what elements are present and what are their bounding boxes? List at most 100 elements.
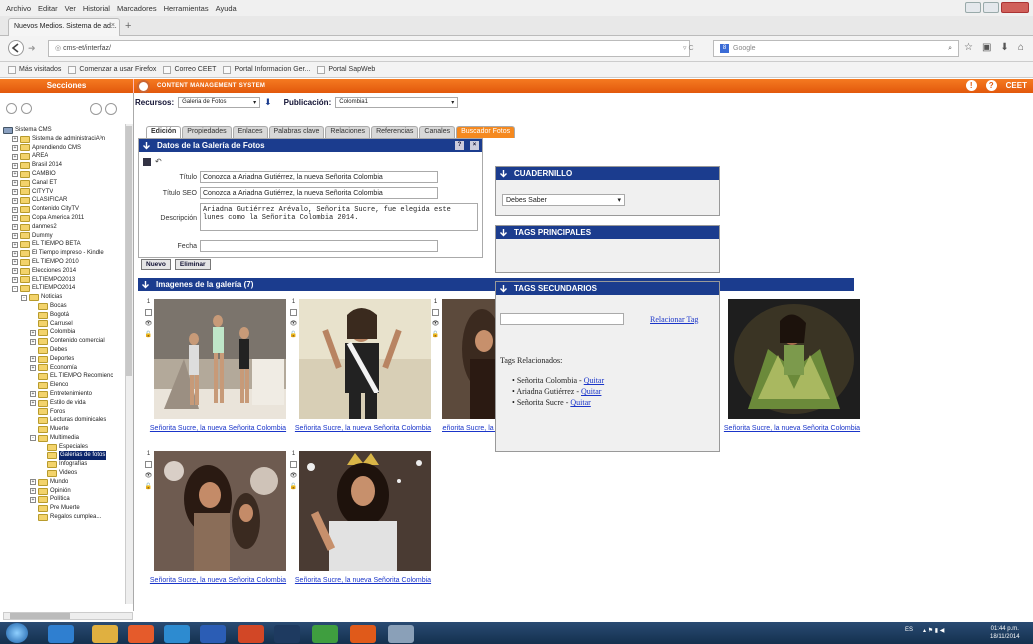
tree-item[interactable]: Bocas bbox=[3, 302, 127, 311]
expand-node-icon[interactable]: + bbox=[12, 136, 18, 143]
bookmark-mas-visitados[interactable]: Más visitados bbox=[8, 65, 61, 74]
lock-icon[interactable]: 🔓 bbox=[290, 331, 297, 338]
tree-item[interactable]: + Brasil 2014 bbox=[3, 161, 127, 170]
expand-node-icon[interactable]: + bbox=[12, 197, 18, 204]
menu-archivo[interactable]: Archivo bbox=[6, 4, 31, 13]
tree-item[interactable]: Regalos cumplea... bbox=[3, 513, 127, 522]
refresh-icon[interactable] bbox=[90, 103, 102, 115]
expand-node-icon[interactable]: + bbox=[30, 496, 36, 503]
publication-select[interactable]: Colombia1 ▾ bbox=[335, 96, 459, 108]
search-input[interactable]: 8 Google ⌕ bbox=[713, 40, 959, 57]
gallery-photo[interactable] bbox=[442, 299, 495, 419]
tab-propiedades[interactable]: Propiedades bbox=[182, 126, 232, 138]
tree-item[interactable]: + CITYTV bbox=[3, 188, 127, 197]
expand-node-icon[interactable]: + bbox=[30, 400, 36, 407]
taskbar-ie-icon[interactable] bbox=[48, 625, 74, 643]
expand-node-icon[interactable]: + bbox=[12, 215, 18, 222]
tree-item[interactable]: Especiales bbox=[3, 443, 127, 452]
expand-icon[interactable] bbox=[6, 103, 17, 114]
home-icon[interactable]: ⌂ bbox=[1018, 42, 1024, 53]
taskbar-powerpoint-icon[interactable] bbox=[238, 625, 264, 643]
tree-item[interactable]: + Contenido comercial bbox=[3, 337, 127, 346]
tree-item[interactable]: Debes bbox=[3, 346, 127, 355]
star-bookmark-icon[interactable]: ☆ bbox=[964, 42, 973, 53]
eye-icon[interactable]: 👁 bbox=[290, 472, 298, 479]
collapse-icon[interactable] bbox=[21, 103, 32, 114]
tree-item[interactable]: + Dummy bbox=[3, 232, 127, 241]
collapse-node-icon[interactable]: - bbox=[21, 294, 27, 301]
tree-item[interactable]: + Política bbox=[3, 495, 127, 504]
bookmark-sapweb[interactable]: Portal SapWeb bbox=[317, 65, 375, 74]
expand-node-icon[interactable]: + bbox=[30, 479, 36, 486]
expand-node-icon[interactable]: + bbox=[12, 153, 18, 160]
maximize-button[interactable] bbox=[983, 2, 999, 13]
fecha-input[interactable] bbox=[200, 240, 438, 252]
tree-item[interactable]: + Estilo de vida bbox=[3, 399, 127, 408]
resources-select[interactable]: Galeria de Fotos ▾ bbox=[178, 96, 261, 108]
close-panel-icon[interactable]: × bbox=[470, 141, 479, 150]
sidebar-h-scroll-thumb[interactable] bbox=[10, 613, 70, 619]
expand-node-icon[interactable]: + bbox=[12, 268, 18, 275]
tree-item[interactable]: Elenco bbox=[3, 381, 127, 390]
gallery-caption-link[interactable]: Señorita Sucre, la nueva Señorita Colomb… bbox=[442, 424, 495, 433]
lock-icon[interactable]: 🔓 bbox=[145, 331, 152, 338]
tree-item[interactable]: + danmes2 bbox=[3, 223, 127, 232]
tree-item[interactable]: + Canal ET bbox=[3, 179, 127, 188]
tree-item[interactable]: + CLASIFICAR bbox=[3, 196, 127, 205]
collapse-arrow-icon[interactable] bbox=[499, 228, 508, 237]
expand-node-icon[interactable]: + bbox=[12, 188, 18, 195]
expand-node-icon[interactable]: + bbox=[30, 356, 36, 363]
collapse-node-icon[interactable]: - bbox=[12, 285, 18, 292]
taskbar-word-icon[interactable] bbox=[200, 625, 226, 643]
menu-ver[interactable]: Ver bbox=[65, 4, 76, 13]
url-input[interactable]: ◎ cms-et/interfaz/ bbox=[48, 40, 690, 57]
sidebar-scroll-thumb[interactable] bbox=[126, 126, 132, 376]
remove-tag-link[interactable]: Quitar bbox=[584, 376, 604, 385]
expand-node-icon[interactable]: + bbox=[30, 364, 36, 371]
expand-node-icon[interactable]: + bbox=[30, 391, 36, 398]
description-textarea[interactable]: Ariadna Gutiérrez Arévalo, Señorita Sucr… bbox=[200, 203, 478, 231]
tree-item[interactable]: Galerias de fotos bbox=[3, 451, 127, 461]
tree-item[interactable]: + Colombia bbox=[3, 328, 127, 337]
gallery-caption-link[interactable]: Señorita Sucre, la nueva Señorita Colomb… bbox=[148, 424, 288, 433]
tree-item[interactable]: Videos bbox=[3, 469, 127, 478]
undo-icon[interactable]: ↶ bbox=[155, 157, 162, 166]
tree-item[interactable]: + Sistema de administraciÃ³n bbox=[3, 135, 127, 144]
eye-icon[interactable]: 👁 bbox=[145, 472, 153, 479]
expand-node-icon[interactable]: + bbox=[12, 259, 18, 266]
seo-title-input[interactable]: Conozca a Ariadna Gutiérrez, la nueva Se… bbox=[200, 187, 438, 199]
taskbar-excel-icon[interactable] bbox=[312, 625, 338, 643]
eye-icon[interactable]: 👁 bbox=[432, 320, 440, 327]
item-checkbox[interactable] bbox=[290, 309, 297, 316]
expand-node-icon[interactable]: + bbox=[12, 144, 18, 151]
bookmark-portal-info[interactable]: Portal Informacion Ger... bbox=[223, 65, 310, 74]
notification-icon[interactable]: ! bbox=[965, 80, 977, 91]
gallery-caption-link[interactable]: Señorita Sucre, la nueva Señorita Colomb… bbox=[293, 424, 433, 433]
taskbar-explorer-icon[interactable] bbox=[92, 625, 118, 643]
tree-item[interactable]: Foros bbox=[3, 408, 127, 417]
expand-node-icon[interactable]: + bbox=[12, 206, 18, 213]
help-small-icon[interactable]: ? bbox=[455, 141, 464, 150]
remove-tag-link[interactable]: Quitar bbox=[570, 398, 590, 407]
tree-item[interactable]: + Mundo bbox=[3, 478, 127, 487]
tree-item[interactable]: + Economía bbox=[3, 364, 127, 373]
menu-herramientas[interactable]: Herramientas bbox=[164, 4, 209, 13]
tree-item[interactable]: + CAMBIO bbox=[3, 170, 127, 179]
gallery-photo[interactable] bbox=[299, 299, 431, 419]
close-window-button[interactable] bbox=[1001, 2, 1029, 13]
tree-item[interactable]: Lecturas dominicales bbox=[3, 416, 127, 425]
gallery-photo[interactable] bbox=[728, 299, 860, 419]
remove-tag-link[interactable]: Quitar bbox=[581, 387, 601, 396]
back-button[interactable] bbox=[8, 40, 24, 56]
minimize-button[interactable] bbox=[965, 2, 981, 13]
clock[interactable]: 01:44 p.m. 18/11/2014 bbox=[990, 625, 1020, 641]
expand-node-icon[interactable]: + bbox=[12, 232, 18, 239]
tree-item[interactable]: Muerte bbox=[3, 425, 127, 434]
clipboard-icon[interactable]: ▣ bbox=[982, 42, 991, 53]
expand-node-icon[interactable]: + bbox=[12, 162, 18, 169]
expand-node-icon[interactable]: + bbox=[12, 180, 18, 187]
item-checkbox[interactable] bbox=[432, 309, 439, 316]
tree-item[interactable]: Sistema CMS bbox=[3, 126, 127, 135]
lock-icon[interactable]: 🔓 bbox=[145, 483, 152, 490]
tree-item[interactable]: EL TIEMPO Recomienc bbox=[3, 372, 127, 381]
